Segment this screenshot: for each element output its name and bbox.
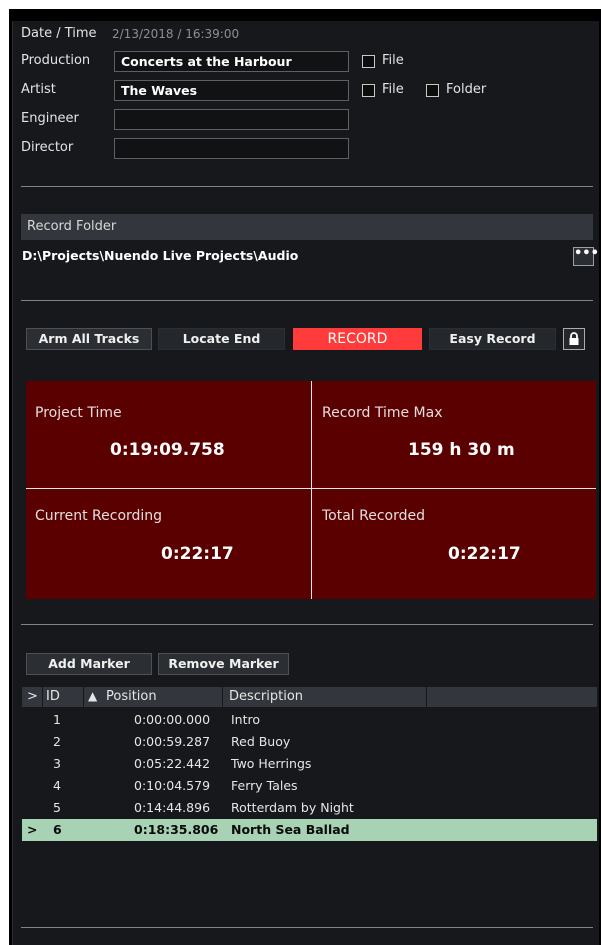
arm-all-tracks-button[interactable]: Arm All Tracks — [26, 328, 152, 350]
row-description: Intro — [231, 712, 261, 727]
row-position: 0:10:04.579 — [134, 778, 211, 793]
browse-folder-button[interactable]: ••• — [573, 247, 599, 266]
table-row[interactable]: 1 0:00:00.000 Intro — [22, 709, 597, 731]
artist-label: Artist — [21, 82, 56, 97]
row-pointer: > — [27, 822, 38, 837]
table-row[interactable]: 4 0:10:04.579 Ferry Tales — [22, 775, 597, 797]
total-recorded-value: 0:22:17 — [448, 544, 521, 564]
lock-icon — [569, 332, 579, 345]
total-recorded-label: Total Recorded — [322, 508, 426, 524]
engineer-label: Engineer — [21, 111, 79, 126]
remove-marker-button[interactable]: Remove Marker — [158, 653, 289, 675]
divider — [21, 927, 593, 928]
row-id: 3 — [53, 756, 61, 771]
project-time-value: 0:19:09.758 — [110, 440, 225, 460]
row-position: 0:00:59.287 — [134, 734, 211, 749]
row-id: 6 — [53, 822, 62, 837]
divider — [21, 624, 593, 625]
row-id: 4 — [53, 778, 61, 793]
current-recording-value: 0:22:17 — [161, 544, 234, 564]
production-file-label: File — [382, 53, 404, 68]
director-label: Director — [21, 140, 74, 155]
column-separator — [426, 687, 427, 707]
record-folder-path: D:\Projects\Nuendo Live Projects\Audio — [22, 248, 299, 263]
artist-folder-checkbox[interactable] — [426, 84, 439, 97]
row-description: Rotterdam by Night — [231, 800, 354, 815]
production-label: Production — [21, 53, 91, 68]
artist-file-checkbox[interactable] — [362, 84, 375, 97]
row-description: North Sea Ballad — [231, 822, 350, 837]
divider — [21, 186, 593, 187]
recording-stats-panel: Project Time 0:19:09.758 Record Time Max… — [26, 381, 596, 599]
artist-field[interactable]: The Waves — [114, 80, 349, 101]
column-separator — [83, 687, 84, 707]
production-file-checkbox[interactable] — [362, 55, 375, 68]
row-position: 0:00:00.000 — [134, 712, 211, 727]
column-pointer[interactable]: > — [27, 689, 38, 704]
row-id: 2 — [53, 734, 61, 749]
row-position: 0:05:22.442 — [134, 756, 211, 771]
record-time-max-value: 159 h 30 m — [408, 440, 515, 460]
row-description: Two Herrings — [231, 756, 312, 771]
column-id[interactable]: ID — [46, 689, 60, 704]
record-button[interactable]: RECORD — [293, 328, 422, 350]
director-field[interactable] — [114, 138, 349, 159]
column-separator — [42, 687, 43, 707]
engineer-field[interactable] — [114, 109, 349, 130]
lock-button[interactable] — [563, 328, 585, 350]
table-row[interactable]: 5 0:14:44.896 Rotterdam by Night — [22, 797, 597, 819]
locate-end-button[interactable]: Locate End — [158, 328, 285, 350]
current-recording-label: Current Recording — [35, 508, 163, 524]
easy-record-button[interactable]: Easy Record — [429, 328, 556, 350]
row-position: 0:18:35.806 — [134, 822, 219, 837]
recording-panel: Date / Time 2/13/2018 / 16:39:00 Product… — [12, 21, 599, 945]
record-time-max-label: Record Time Max — [322, 405, 443, 421]
recording-window: Date / Time 2/13/2018 / 16:39:00 Product… — [9, 9, 601, 945]
datetime-label: Date / Time — [21, 26, 97, 41]
row-description: Red Buoy — [231, 734, 291, 749]
column-position[interactable]: Position — [106, 689, 157, 704]
sort-ascending-icon: ▲ — [88, 689, 98, 703]
column-separator — [222, 687, 223, 707]
row-position: 0:14:44.896 — [134, 800, 211, 815]
production-field[interactable]: Concerts at the Harbour — [114, 51, 349, 72]
project-time-label: Project Time — [35, 405, 122, 421]
row-id: 5 — [53, 800, 61, 815]
record-folder-header: Record Folder — [21, 214, 593, 240]
datetime-value: 2/13/2018 / 16:39:00 — [112, 27, 240, 41]
row-description: Ferry Tales — [231, 778, 298, 793]
stats-horizontal-divider — [26, 488, 596, 489]
stats-vertical-divider — [311, 381, 312, 599]
row-id: 1 — [53, 712, 61, 727]
artist-file-label: File — [382, 82, 404, 97]
table-row-selected[interactable]: > 6 0:18:35.806 North Sea Ballad — [22, 819, 597, 841]
table-row[interactable]: 3 0:05:22.442 Two Herrings — [22, 753, 597, 775]
artist-folder-label: Folder — [446, 82, 487, 97]
divider — [21, 300, 593, 301]
column-description[interactable]: Description — [229, 689, 303, 704]
marker-table-header: > ID ▲ Position Description — [22, 687, 597, 707]
add-marker-button[interactable]: Add Marker — [26, 653, 152, 675]
table-row[interactable]: 2 0:00:59.287 Red Buoy — [22, 731, 597, 753]
